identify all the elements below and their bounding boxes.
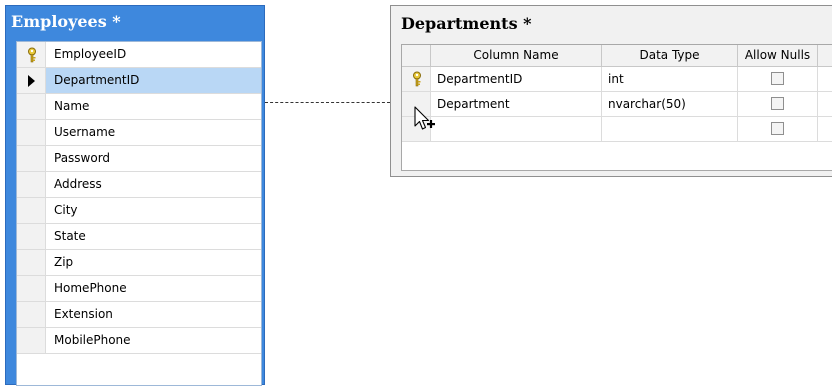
data-type-cell[interactable]: nvarchar(50) (602, 92, 738, 116)
row-selector-arrow-icon (28, 75, 35, 87)
column-row-extension[interactable]: Extension (17, 302, 261, 328)
row-selector[interactable] (17, 146, 46, 171)
allow-nulls-cell (738, 67, 818, 91)
row-selector[interactable] (17, 302, 46, 327)
employees-column-list: EmployeeID DepartmentID Name Username Pa… (16, 41, 262, 386)
column-name: HomePhone (54, 281, 127, 295)
column-row-password[interactable]: Password (17, 146, 261, 172)
drag-add-cursor-icon (414, 106, 435, 130)
column-row-homephone[interactable]: HomePhone (17, 276, 261, 302)
data-type-cell[interactable] (602, 117, 738, 141)
row-selector[interactable] (17, 328, 46, 353)
relationship-connector-line[interactable] (265, 102, 390, 103)
allow-nulls-cell (738, 92, 818, 116)
row-selector[interactable] (17, 250, 46, 275)
employees-table-title: Employees * (11, 12, 121, 31)
column-name-cell[interactable]: Department (431, 92, 602, 116)
column-name: Zip (54, 255, 74, 269)
allow-nulls-cell (738, 117, 818, 141)
column-row-city[interactable]: City (17, 198, 261, 224)
column-row-name[interactable]: Name (17, 94, 261, 120)
departments-table-title: Departments * (401, 14, 532, 33)
row-selector[interactable] (17, 120, 46, 145)
grid-header: Column Name Data Type Allow Nulls (402, 45, 832, 67)
row-selector[interactable] (17, 68, 46, 93)
column-name: State (54, 229, 86, 243)
row-selector[interactable] (402, 67, 431, 91)
header-column-name: Column Name (431, 45, 602, 66)
column-row-address[interactable]: Address (17, 172, 261, 198)
employees-table-window[interactable]: Employees * EmployeeID DepartmentID Name… (5, 5, 265, 386)
data-type-cell[interactable]: int (602, 67, 738, 91)
column-name: Password (54, 151, 111, 165)
allow-nulls-checkbox[interactable] (771, 122, 784, 135)
key-icon (413, 71, 421, 87)
row-selector[interactable] (17, 198, 46, 223)
column-name: MobilePhone (54, 333, 131, 347)
grid-row-department[interactable]: Department nvarchar(50) (402, 92, 832, 117)
column-name: Extension (54, 307, 113, 321)
column-name: City (54, 203, 78, 217)
column-row-username[interactable]: Username (17, 120, 261, 146)
row-selector[interactable] (17, 172, 46, 197)
allow-nulls-checkbox[interactable] (771, 97, 784, 110)
row-selector[interactable] (17, 42, 46, 67)
column-name: Username (54, 125, 116, 139)
row-selector[interactable] (17, 276, 46, 301)
column-name: EmployeeID (54, 47, 127, 61)
row-selector[interactable] (17, 94, 46, 119)
grid-row-new[interactable] (402, 117, 832, 142)
allow-nulls-checkbox[interactable] (771, 72, 784, 85)
column-row-state[interactable]: State (17, 224, 261, 250)
key-icon (28, 47, 36, 63)
departments-table-window[interactable]: Departments * Column Name Data Type Allo… (390, 5, 832, 177)
departments-column-grid: Column Name Data Type Allow Nulls Depart… (401, 44, 832, 171)
header-allow-nulls: Allow Nulls (738, 45, 818, 66)
header-selector-cell (402, 45, 431, 66)
column-name: DepartmentID (54, 73, 140, 87)
column-name: Address (54, 177, 102, 191)
column-row-departmentid[interactable]: DepartmentID (17, 68, 261, 94)
column-row-mobilephone[interactable]: MobilePhone (17, 328, 261, 354)
column-row-zip[interactable]: Zip (17, 250, 261, 276)
row-selector[interactable] (17, 224, 46, 249)
column-row-employeeid[interactable]: EmployeeID (17, 42, 261, 68)
column-name-cell[interactable]: DepartmentID (431, 67, 602, 91)
column-name-cell[interactable] (431, 117, 602, 141)
column-name: Name (54, 99, 90, 113)
header-data-type: Data Type (602, 45, 738, 66)
grid-row-departmentid[interactable]: DepartmentID int (402, 67, 832, 92)
